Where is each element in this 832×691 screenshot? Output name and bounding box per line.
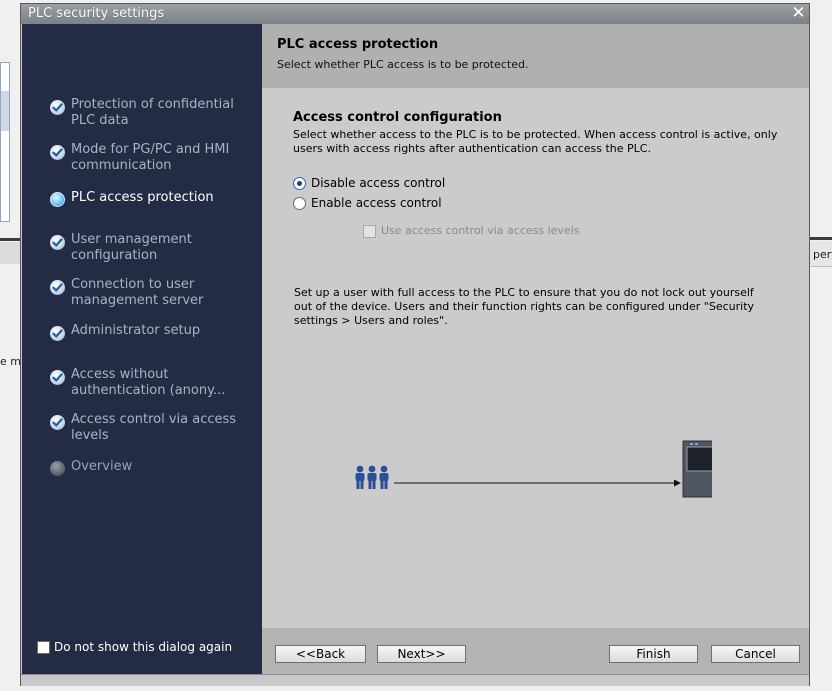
finish-button[interactable]: Finish <box>609 645 698 663</box>
sidebar-item-label: Mode for PG/PC and HMI communication <box>71 142 230 173</box>
current-step-icon <box>50 192 65 207</box>
checkmark-icon <box>50 100 65 115</box>
plc-security-settings-dialog: PLC security settings ✕ Protection of co… <box>20 3 810 686</box>
dont-show-again-label: Do not show this dialog again <box>54 640 233 654</box>
sidebar-item-label: Administrator setup <box>71 323 201 338</box>
sidebar-item-label: Connection to user management server <box>71 277 204 308</box>
background-divider-left <box>0 238 22 241</box>
radio-label: Enable access control <box>311 196 442 210</box>
section-description: Select whether access to the PLC is to b… <box>293 128 778 155</box>
checkmark-icon <box>50 280 65 295</box>
sidebar-item-label: Protection of confidential PLC data <box>71 97 234 128</box>
plc-device-icon <box>682 440 712 498</box>
background-divider-right <box>810 237 832 240</box>
radio-button[interactable] <box>293 197 306 210</box>
sidebar-item-label: Access control via access levels <box>71 412 237 443</box>
dialog-title: PLC security settings <box>28 6 165 21</box>
checkmark-icon <box>50 415 65 430</box>
checkmark-icon <box>50 370 65 385</box>
users-icon <box>355 465 389 489</box>
background-text-fragment-right: pert <box>813 248 832 261</box>
sidebar-item-label: Access without authentication (anony... <box>71 367 226 398</box>
checkmark-icon <box>50 145 65 160</box>
sidebar-item-label: Overview <box>71 459 133 474</box>
cancel-button[interactable]: Cancel <box>711 645 800 663</box>
arrow-icon <box>394 479 681 487</box>
next-button[interactable]: Next>> <box>377 645 466 663</box>
pending-step-icon <box>50 461 65 476</box>
dialog-titlebar[interactable]: PLC security settings ✕ <box>21 4 809 24</box>
checkmark-icon <box>50 235 65 250</box>
page-title: PLC access protection <box>277 37 439 52</box>
checkbox-box[interactable] <box>37 641 50 654</box>
background-tree-panel <box>0 62 10 222</box>
access-levels-label: Use access control via access levels <box>381 224 580 237</box>
sidebar-item-label: User management configuration <box>71 232 192 263</box>
close-icon[interactable]: ✕ <box>790 5 807 22</box>
background-band-left <box>0 242 22 264</box>
checkmark-icon <box>50 326 65 341</box>
section-title: Access control configuration <box>293 110 502 125</box>
background-text-fragment-left: e m <box>0 355 21 368</box>
access-diagram <box>355 440 712 498</box>
main-content: Access control configuration Select whet… <box>262 88 809 628</box>
radio-label: Disable access control <box>311 176 446 190</box>
wizard-step-sidebar: Protection of confidential PLC data Mode… <box>22 24 262 674</box>
checkbox-box-disabled <box>363 225 376 238</box>
page-subtitle: Select whether PLC access is to be prote… <box>277 58 529 71</box>
page-header: PLC access protection Select whether PLC… <box>262 24 809 88</box>
back-button[interactable]: <<Back <box>275 645 366 663</box>
radio-button[interactable] <box>293 177 306 190</box>
sidebar-item-label: PLC access protection <box>71 190 214 205</box>
dialog-footer: <<Back Next>> Finish Cancel <box>262 628 809 674</box>
dialog-bottom-border <box>21 674 809 686</box>
info-note: Set up a user with full access to the PL… <box>294 286 755 327</box>
